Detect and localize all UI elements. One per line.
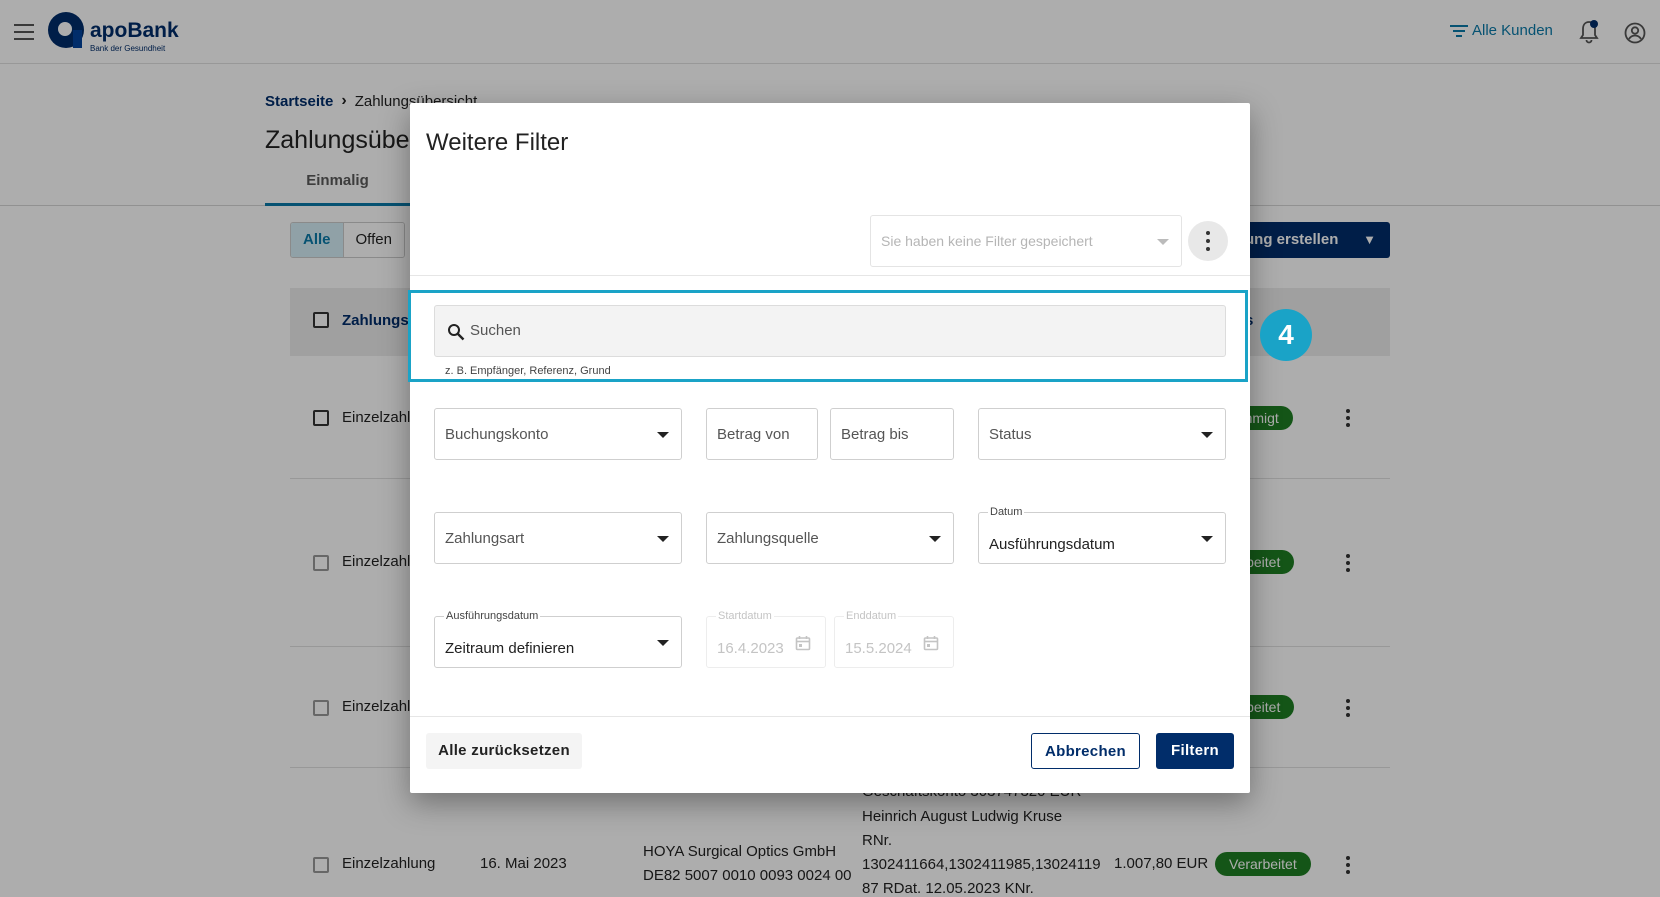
end-date-field[interactable]: Enddatum 15.5.2024 <box>834 610 954 668</box>
saved-filters-placeholder: Sie haben keine Filter gespeichert <box>881 233 1093 249</box>
cancel-button[interactable]: Abbrechen <box>1031 733 1140 769</box>
caret-down-icon <box>1201 536 1213 542</box>
payment-source-select[interactable]: Zahlungsquelle <box>706 512 954 564</box>
dialog-divider <box>410 275 1250 276</box>
date-type-select[interactable]: Datum Ausführungsdatum <box>978 506 1226 564</box>
execution-date-value: Zeitraum definieren <box>445 640 575 657</box>
calendar-icon[interactable] <box>923 635 939 651</box>
caret-down-icon <box>657 536 669 542</box>
filter-dialog: Weitere Filter Sie haben keine Filter ge… <box>408 103 1312 793</box>
dialog-title: Weitere Filter <box>426 129 569 156</box>
payment-type-select[interactable]: Zahlungsart <box>434 512 682 564</box>
caret-down-icon <box>1157 239 1169 245</box>
search-input[interactable]: Suchen <box>434 305 1226 357</box>
saved-filters-select[interactable]: Sie haben keine Filter gespeichert <box>870 215 1182 267</box>
search-placeholder: Suchen <box>470 322 521 339</box>
payment-type-label: Zahlungsart <box>445 530 525 547</box>
amount-from-input[interactable]: Betrag von <box>706 408 818 460</box>
amount-from-label: Betrag von <box>717 426 790 443</box>
booking-account-select[interactable]: Buchungskonto <box>434 408 682 460</box>
status-select[interactable]: Status <box>978 408 1226 460</box>
date-type-label: Datum <box>988 506 1025 518</box>
caret-down-icon <box>1201 432 1213 438</box>
end-date-value: 15.5.2024 <box>845 640 912 657</box>
execution-date-label: Ausführungsdatum <box>444 610 541 622</box>
amount-to-input[interactable]: Betrag bis <box>830 408 954 460</box>
booking-account-label: Buchungskonto <box>445 426 549 443</box>
start-date-value: 16.4.2023 <box>717 640 784 657</box>
execution-date-select[interactable]: Ausführungsdatum Zeitraum definieren <box>434 610 682 668</box>
caret-down-icon <box>929 536 941 542</box>
start-date-field[interactable]: Startdatum 16.4.2023 <box>706 610 826 668</box>
caret-down-icon <box>657 640 669 646</box>
payment-source-label: Zahlungsquelle <box>717 530 819 547</box>
amount-to-label: Betrag bis <box>841 426 909 443</box>
status-label: Status <box>989 426 1032 443</box>
end-date-label: Enddatum <box>844 610 899 622</box>
start-date-label: Startdatum <box>716 610 774 622</box>
search-icon <box>448 324 465 341</box>
calendar-icon[interactable] <box>795 635 811 651</box>
caret-down-icon <box>657 432 669 438</box>
more-options-button[interactable] <box>1188 221 1228 261</box>
date-type-value: Ausführungsdatum <box>989 536 1115 553</box>
search-hint: z. B. Empfänger, Referenz, Grund <box>445 365 611 377</box>
dialog-footer-divider <box>410 716 1250 717</box>
step-number-badge: 4 <box>1260 309 1312 361</box>
apply-filter-button[interactable]: Filtern <box>1156 733 1234 769</box>
reset-all-button[interactable]: Alle zurücksetzen <box>426 733 582 769</box>
